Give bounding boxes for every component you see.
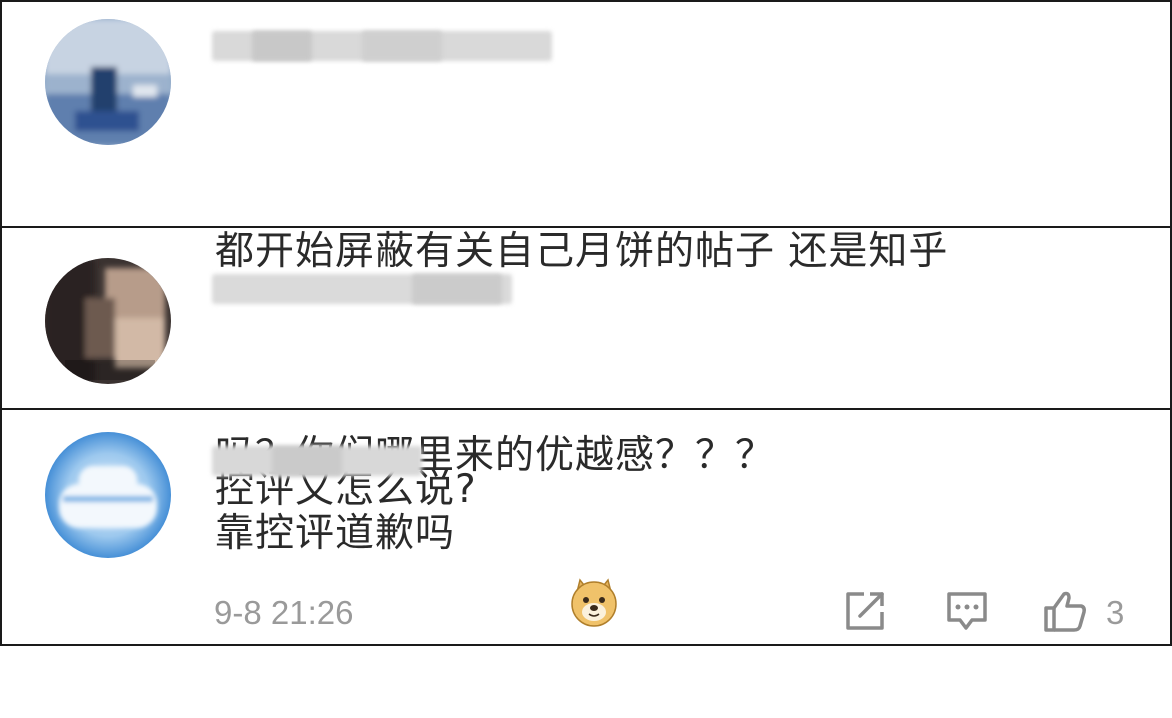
comment-text-line: 靠控评道歉吗 — [215, 511, 456, 556]
comment-footer: 9-8 21:26 3 — [2, 588, 1170, 638]
comment-icon[interactable] — [944, 588, 990, 634]
username-blurred[interactable] — [212, 440, 422, 484]
comment-item: 都开始屏蔽有关自己月饼的帖子 还是知乎 吗？你们哪里来的优越感？？？ — [2, 2, 1170, 478]
username-blurred[interactable] — [212, 25, 552, 69]
timestamp: 9-8 21:26 — [214, 594, 354, 631]
comment-list: 都开始屏蔽有关自己月饼的帖子 还是知乎 吗？你们哪里来的优越感？？？ 控评又怎么… — [0, 0, 1172, 646]
avatar[interactable] — [45, 258, 171, 384]
comment-item: 控评又怎么说? — [2, 228, 1170, 512]
username-blurred[interactable] — [212, 268, 512, 312]
avatar[interactable] — [45, 19, 171, 145]
like-count: 3 — [1106, 594, 1125, 631]
doge-emoji — [461, 508, 617, 627]
avatar[interactable] — [45, 432, 171, 558]
comment-text: 靠控评道歉吗 — [215, 500, 617, 627]
comment-item: 靠控评道歉吗 9-8 21:26 3 — [2, 410, 1170, 646]
share-icon[interactable] — [842, 588, 888, 634]
thumbs-up-icon[interactable] — [1042, 588, 1088, 634]
